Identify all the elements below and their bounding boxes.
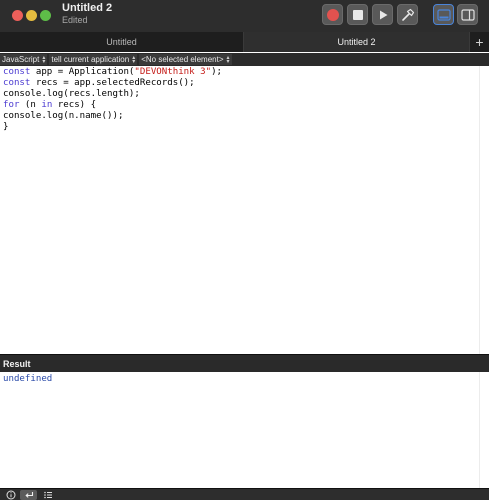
target-popup[interactable]: tell current application ▴ ▾ [49,54,138,65]
code-line: console.log(recs.length); [3,89,476,100]
language-label: JavaScript [2,55,40,64]
result-scrollbar[interactable] [479,372,489,488]
view-bottom-result-button[interactable] [433,4,454,25]
language-popup[interactable]: JavaScript ▴ ▾ [0,54,48,65]
split-bottom-icon [436,8,451,21]
tab-bar: Untitled Untitled 2 + [0,32,489,52]
code-text: console.log(recs.length); [3,89,140,99]
result-header-label: Result [3,358,31,369]
minimize-window-button[interactable] [26,10,37,21]
zoom-window-button[interactable] [40,10,51,21]
code-keyword: for [3,100,20,110]
record-button[interactable] [322,4,343,25]
window-title-block: Untitled 2 Edited [62,3,112,25]
reply-icon [24,492,33,498]
window-subtitle: Edited [62,15,88,25]
code-text: (n [19,100,42,110]
split-right-icon [460,8,475,21]
code-text: } [3,122,9,132]
log-view-button[interactable] [39,490,56,500]
chevron-updown-icon: ▴ ▾ [132,54,136,65]
list-icon [43,491,52,499]
chevron-updown-icon: ▴ ▾ [226,54,230,65]
close-window-button[interactable] [12,10,23,21]
element-popup[interactable]: <No selected element> ▴ ▾ [139,54,232,65]
info-icon [6,490,15,500]
run-button[interactable] [372,4,393,25]
view-side-result-button[interactable] [457,4,478,25]
code-line: for (n in recs) { [3,100,476,111]
code-text: recs = app.selectedRecords(); [30,78,195,88]
code-line: } [3,122,476,133]
code-keyword: in [41,100,53,110]
window-title: Untitled 2 [62,2,113,14]
code-string: "DEVONthink 3" [134,67,212,77]
code-keyword: const [3,78,31,88]
stop-icon [352,9,363,20]
code-line: console.log(n.name()); [3,111,476,122]
navigation-bar: JavaScript ▴ ▾ tell current application ▴… [0,53,489,66]
editor-scrollbar[interactable] [479,66,489,354]
play-icon [379,10,387,19]
element-label: <No selected element> [141,55,224,64]
script-editor[interactable]: const app = Application("DEVONthink 3");… [0,66,479,354]
new-tab-button[interactable]: + [469,32,489,52]
code-line: const app = Application("DEVONthink 3"); [3,67,476,78]
record-icon [326,8,339,21]
result-header: Result [0,354,489,372]
result-output: undefined [3,374,53,384]
code-text: recs) { [52,100,97,110]
code-keyword: const [3,67,31,77]
script-editor-window: Untitled 2 Edited Untitled Untitled 2 + … [0,0,489,500]
chevron-updown-icon: ▴ ▾ [42,54,46,65]
code-text: ); [211,67,223,77]
compile-button[interactable] [397,4,418,25]
code-line: const recs = app.selectedRecords(); [3,78,476,89]
tab-untitled-2[interactable]: Untitled 2 [244,32,469,52]
tab-untitled[interactable]: Untitled [0,32,244,52]
target-label: tell current application [51,55,130,64]
hammer-icon [401,8,414,21]
code-text: console.log(n.name()); [3,111,124,121]
result-pane[interactable]: undefined [0,372,479,488]
description-button[interactable] [2,490,19,500]
title-bar: Untitled 2 Edited [0,0,489,32]
code-text: app = Application( [30,67,135,77]
result-view-button[interactable] [20,490,37,500]
bottom-bar [0,488,489,500]
stop-button[interactable] [347,4,368,25]
